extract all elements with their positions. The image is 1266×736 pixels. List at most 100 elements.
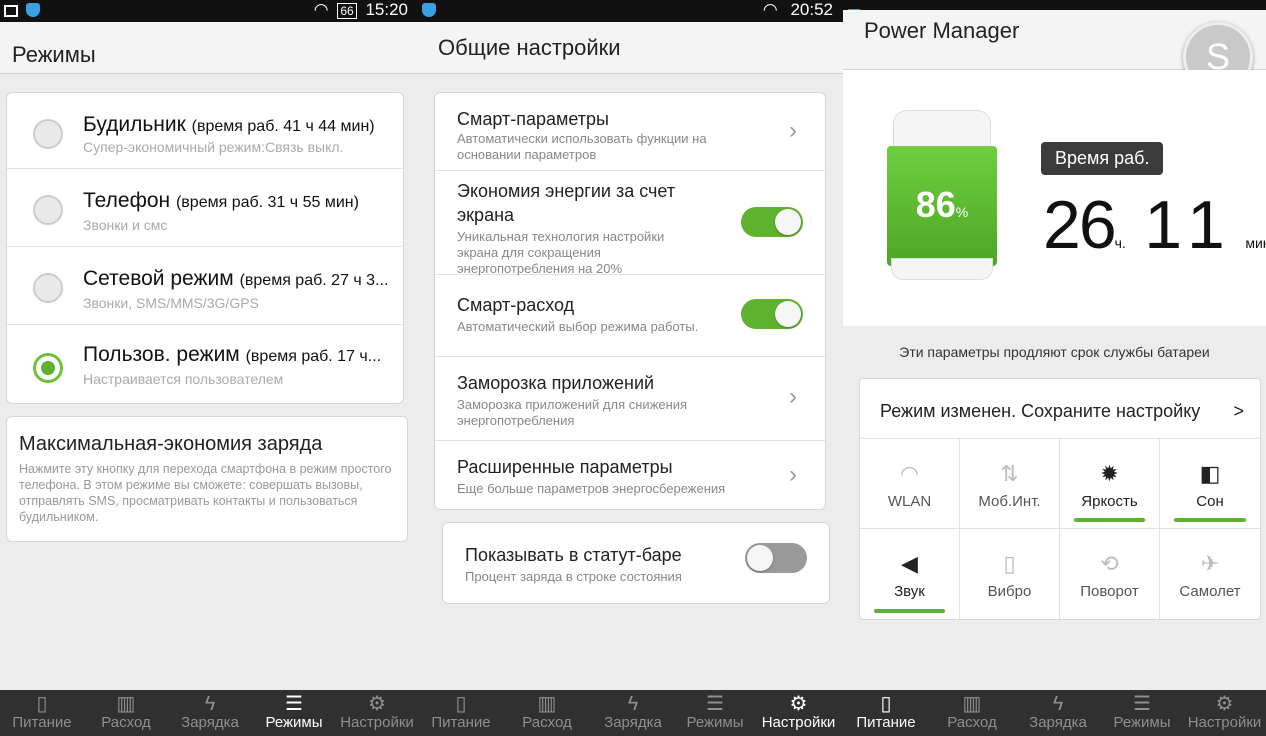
mode-item-phone[interactable]: Телефон (время раб. 31 ч 55 мин) Звонки … bbox=[7, 169, 403, 247]
mode-item-network[interactable]: Сетевой режим (время раб. 27 ч 3... Звон… bbox=[7, 247, 403, 325]
setting-subtitle: Уникальная технология настройки экрана д… bbox=[457, 229, 665, 276]
mode-subtitle: Звонки и смс bbox=[83, 217, 168, 233]
mode-changed-bar[interactable]: Режим изменен. Сохраните настройку > bbox=[860, 379, 1260, 439]
toggle-sleep[interactable]: ◧ Сон bbox=[1160, 439, 1260, 529]
quick-settings: Режим изменен. Сохраните настройку > ◠ WL… bbox=[859, 378, 1261, 620]
mode-subtitle: Звонки, SMS/MMS/3G/GPS bbox=[83, 295, 259, 311]
toggle-rotation[interactable]: ⟲ Поворот bbox=[1060, 529, 1160, 619]
tab-usage[interactable]: ▥ Расход bbox=[504, 690, 590, 736]
radio-button[interactable] bbox=[33, 119, 63, 149]
status-bar bbox=[843, 0, 1266, 17]
status-right: ◠ 20:52 bbox=[763, 0, 833, 20]
toggle-switch-on[interactable] bbox=[741, 299, 803, 329]
tab-modes[interactable]: ☰ Режимы bbox=[676, 690, 754, 736]
shield-notification-icon bbox=[422, 3, 436, 17]
power-manager-panel: Power Manager S 86% Время раб. 26ч. 11 м… bbox=[843, 0, 1266, 736]
toggle-mobile-data[interactable]: ⇅ Моб.Инт. bbox=[960, 439, 1060, 529]
shield-notification-icon bbox=[26, 3, 40, 17]
mode-title: Сетевой режим bbox=[83, 267, 234, 290]
modes-panel: ◠ 66 15:20 Режимы Будильник (время раб. … bbox=[0, 0, 418, 736]
battery-status-value: 66 bbox=[337, 3, 357, 19]
bar-chart-icon: ▥ bbox=[116, 693, 136, 715]
mode-title: Пользов. режим bbox=[83, 343, 240, 366]
setting-subtitle: Автоматический выбор режима работы. bbox=[457, 319, 699, 334]
rotate-icon: ⟲ bbox=[1100, 551, 1119, 576]
toggle-switch-off[interactable] bbox=[745, 543, 807, 573]
bar-chart-icon: ▥ bbox=[537, 693, 557, 715]
header: Общие настройки bbox=[418, 22, 843, 74]
tab-charging[interactable]: ϟ Зарядка bbox=[590, 690, 676, 736]
setting-subtitle: Автоматически использовать функции на ос… bbox=[457, 131, 707, 162]
tab-power[interactable]: ▯ Питание bbox=[418, 690, 504, 736]
tab-usage[interactable]: ▥ Расход bbox=[84, 690, 168, 736]
tab-settings[interactable]: ⚙ Настройки bbox=[336, 690, 418, 736]
tab-modes[interactable]: ☰ Режимы bbox=[1101, 690, 1183, 736]
bottom-navigation: ▯ Питание ▥ Расход ϟ Зарядка ☰ Режимы ⚙ Настр… bbox=[418, 690, 843, 736]
setting-advanced[interactable]: Расширенные параметры Еще больше парамет… bbox=[435, 441, 825, 511]
max-saving-description: Нажмите эту кнопку для перехода смартфон… bbox=[19, 462, 392, 524]
setting-app-freeze[interactable]: Заморозка приложений Заморозка приложени… bbox=[435, 357, 825, 441]
toggle-sound[interactable]: ◀ Звук bbox=[860, 529, 960, 619]
radio-button[interactable] bbox=[33, 195, 63, 225]
setting-title: Расширенные параметры bbox=[457, 457, 673, 477]
setting-title: Экономия энергии за счет экрана bbox=[457, 181, 676, 225]
brightness-icon: ✹ bbox=[1100, 461, 1119, 486]
settings-panel: ◠ 20:52 Общие настройки Смарт-параметры … bbox=[418, 0, 843, 736]
battery-icon: ▯ bbox=[880, 693, 892, 715]
max-saving-card[interactable]: Максимальная-экономия заряда Нажмите эту… bbox=[6, 416, 408, 542]
tab-charging[interactable]: ϟ Зарядка bbox=[1015, 690, 1101, 736]
mode-changed-text: Режим изменен. Сохраните настройку bbox=[880, 401, 1201, 421]
mode-runtime: (время раб. 41 ч 44 мин) bbox=[191, 118, 375, 135]
page-title: Power Manager bbox=[864, 18, 1020, 43]
vibrate-icon: ▯ bbox=[1003, 551, 1016, 576]
battery-icon: ▯ bbox=[455, 693, 467, 715]
setting-title: Заморозка приложений bbox=[457, 373, 655, 393]
setting-screen-saving[interactable]: Экономия энергии за счет экрана Уникальн… bbox=[435, 171, 825, 276]
tab-settings[interactable]: ⚙ Настройки bbox=[754, 690, 843, 736]
sleep-icon: ◧ bbox=[1199, 461, 1221, 486]
setting-title: Показывать в статут-баре bbox=[465, 545, 682, 565]
setting-statusbar-percent[interactable]: Показывать в статут-баре Процент заряда … bbox=[442, 522, 830, 604]
mode-subtitle: Настраивается пользователем bbox=[83, 371, 284, 387]
bottom-navigation: ▯ Питание ▥ Расход ϟ Зарядка ☰ Режимы ⚙ Настр… bbox=[0, 690, 418, 736]
toggle-switch-on[interactable] bbox=[741, 207, 803, 237]
mode-title: Телефон bbox=[83, 189, 171, 212]
radio-button[interactable] bbox=[33, 273, 63, 303]
radio-button-selected[interactable] bbox=[33, 353, 63, 383]
toggle-wlan[interactable]: ◠ WLAN bbox=[860, 439, 960, 529]
toggle-airplane[interactable]: ✈ Самолет bbox=[1160, 529, 1260, 619]
tab-charging[interactable]: ϟ Зарядка bbox=[168, 690, 252, 736]
lightning-icon: ϟ bbox=[627, 693, 639, 715]
tab-power[interactable]: ▯ Питание bbox=[0, 690, 84, 736]
tab-power[interactable]: ▯ Питание bbox=[843, 690, 929, 736]
setting-smart-params[interactable]: Смарт-параметры Автоматически использова… bbox=[435, 93, 825, 171]
mode-runtime: (время раб. 27 ч 3... bbox=[239, 272, 389, 289]
settings-list: Смарт-параметры Автоматически использова… bbox=[434, 92, 826, 510]
setting-title: Смарт-параметры bbox=[457, 109, 609, 129]
mode-item-alarm[interactable]: Будильник (время раб. 41 ч 44 мин) Супер… bbox=[7, 93, 403, 169]
tab-usage[interactable]: ▥ Расход bbox=[929, 690, 1015, 736]
mode-runtime: (время раб. 17 ч... bbox=[245, 348, 382, 365]
wifi-status-icon: ◠ bbox=[762, 0, 778, 19]
mobile-data-icon: ⇅ bbox=[1000, 461, 1019, 486]
chevron-right-icon: › bbox=[789, 117, 797, 144]
tab-modes[interactable]: ☰ Режимы bbox=[252, 690, 336, 736]
chevron-right-icon: › bbox=[789, 383, 797, 410]
tab-settings[interactable]: ⚙ Настройки bbox=[1183, 690, 1266, 736]
battery-percent: 86 bbox=[915, 184, 956, 225]
status-right: ◠ 66 15:20 bbox=[314, 0, 408, 20]
page-title: Общие настройки bbox=[438, 35, 621, 60]
mode-item-custom[interactable]: Пользов. режим (время раб. 17 ч... Настр… bbox=[7, 325, 403, 405]
chevron-right-icon: > bbox=[1233, 401, 1244, 421]
list-icon: ☰ bbox=[706, 693, 724, 715]
toggle-brightness[interactable]: ✹ Яркость bbox=[1060, 439, 1160, 529]
setting-smart-usage[interactable]: Смарт-расход Автоматический выбор режима… bbox=[435, 275, 825, 357]
wifi-icon: ◠ bbox=[899, 461, 920, 486]
runtime-label: Время раб. bbox=[1041, 142, 1164, 175]
clock: 15:20 bbox=[365, 0, 408, 19]
hint-text: Эти параметры продляют срок службы батар… bbox=[899, 344, 1210, 360]
gear-icon: ⚙ bbox=[1215, 693, 1234, 715]
toggle-vibrate[interactable]: ▯ Вибро bbox=[960, 529, 1060, 619]
lightning-icon: ϟ bbox=[1052, 693, 1064, 715]
battery-graphic: 86% bbox=[887, 110, 997, 280]
